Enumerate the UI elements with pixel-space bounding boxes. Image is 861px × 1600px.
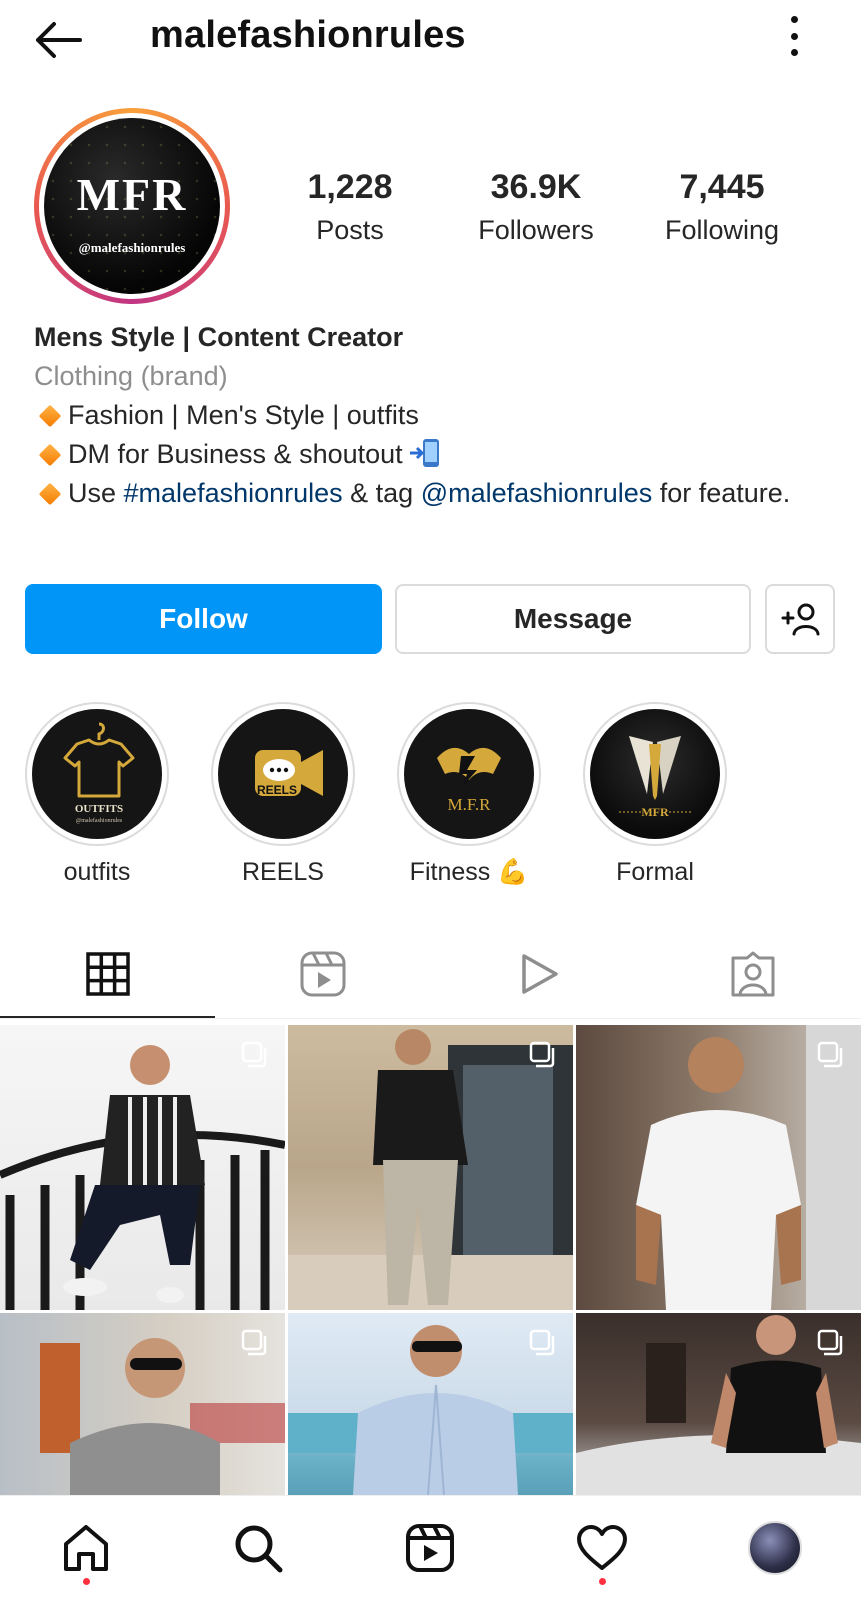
bio-name: Mens Style | Content Creator — [34, 322, 404, 352]
grid-post[interactable] — [288, 1025, 573, 1310]
bio-line-1: Fashion | Men's Style | outfits — [34, 396, 834, 435]
arrow-left-icon[interactable] — [30, 18, 86, 62]
profile-avatar: MFR @malefashionrules — [44, 118, 220, 294]
highlight-outfits[interactable]: OUTFITS @malefashionrules outfits — [24, 702, 170, 887]
grid-icon — [85, 952, 130, 996]
tshirt-icon: OUTFITS @malefashionrules — [63, 722, 135, 824]
tab-grid[interactable] — [0, 930, 215, 1018]
highlight-fitness[interactable]: M.F.R Fitness 💪 — [396, 702, 542, 887]
nav-search[interactable] — [228, 1518, 288, 1578]
avatar-logo-text: MFR — [76, 169, 188, 220]
grid-post[interactable] — [0, 1313, 285, 1495]
add-person-button[interactable] — [765, 584, 835, 654]
avatar-logo-handle: @malefashionrules — [78, 240, 186, 255]
home-notification-dot — [83, 1578, 90, 1585]
highlight-label: REELS — [242, 858, 324, 886]
tab-reels[interactable] — [215, 930, 430, 1018]
home-icon — [64, 1525, 108, 1571]
profile-username: malefashionrules — [150, 14, 466, 56]
bottom-navigation — [0, 1495, 861, 1600]
profile-bio: Mens Style | Content Creator Clothing (b… — [34, 318, 834, 513]
nav-activity[interactable] — [572, 1518, 632, 1578]
reels-icon — [300, 951, 345, 997]
grid-post[interactable] — [576, 1313, 861, 1495]
nav-profile[interactable] — [745, 1518, 805, 1578]
tab-videos[interactable] — [430, 930, 645, 1018]
highlight-reels[interactable]: REELS REELS — [210, 702, 356, 887]
top-bar: malefashionrules — [0, 0, 861, 80]
tabs-divider — [0, 1018, 861, 1019]
multiple-photos-icon — [241, 1329, 267, 1356]
bio-category: Clothing (brand) — [34, 361, 228, 391]
stat-followers[interactable]: 36.9K Followers — [446, 168, 626, 246]
highlight-formal[interactable]: MFR Formal — [582, 702, 728, 887]
grid-post[interactable] — [288, 1313, 573, 1495]
reels-icon — [406, 1524, 454, 1572]
profile-stats: 1,228 Posts 36.9K Followers 7,445 Follow… — [260, 168, 840, 258]
nav-home[interactable] — [56, 1518, 116, 1578]
highlight-label: Fitness 💪 — [409, 858, 529, 886]
stat-following-label: Following — [664, 215, 780, 245]
svg-text:MFR: MFR — [641, 805, 669, 819]
play-icon — [521, 954, 558, 994]
more-vertical-icon[interactable] — [783, 16, 805, 56]
stat-following-value: 7,445 — [679, 168, 765, 206]
stat-following[interactable]: 7,445 Following — [632, 168, 812, 246]
tagged-user-icon — [731, 951, 774, 997]
profile-tabs — [0, 930, 861, 1020]
post-grid — [0, 1025, 861, 1495]
multiple-photos-icon — [529, 1041, 555, 1068]
stat-posts[interactable]: 1,228 Posts — [260, 168, 440, 246]
tab-tagged[interactable] — [645, 930, 860, 1018]
phone-arrow-icon — [409, 439, 439, 467]
svg-text:M.F.R: M.F.R — [447, 795, 491, 814]
bio-mention-link[interactable]: @malefashionrules — [421, 478, 653, 508]
profile-avatar-thumbnail — [748, 1521, 802, 1575]
stat-posts-label: Posts — [316, 215, 384, 245]
heart-icon — [577, 1525, 627, 1570]
multiple-photos-icon — [817, 1041, 843, 1068]
highlight-label: Formal — [616, 858, 694, 886]
orange-diamond-icon — [38, 443, 62, 467]
video-chat-icon: REELS — [255, 750, 323, 797]
svg-text:@malefashionrules: @malefashionrules — [76, 817, 123, 824]
add-person-icon — [781, 603, 820, 636]
follow-button[interactable]: Follow — [25, 584, 382, 654]
activity-notification-dot — [599, 1578, 606, 1585]
multiple-photos-icon — [241, 1041, 267, 1068]
flexing-muscle-icon: M.F.R — [437, 747, 501, 814]
profile-avatar-story-ring[interactable]: MFR @malefashionrules — [34, 108, 230, 304]
grid-post[interactable] — [576, 1025, 861, 1310]
bio-line-2: DM for Business & shoutout — [34, 435, 834, 474]
multiple-photos-icon — [529, 1329, 555, 1356]
svg-text:REELS: REELS — [257, 783, 297, 797]
stat-posts-value: 1,228 — [307, 168, 393, 206]
bio-line-3: Use #malefashionrules & tag @malefashion… — [34, 474, 834, 513]
nav-reels[interactable] — [400, 1518, 460, 1578]
search-icon — [235, 1525, 283, 1573]
grid-post[interactable] — [0, 1025, 285, 1310]
bio-hashtag-link[interactable]: #malefashionrules — [124, 478, 343, 508]
orange-diamond-icon — [38, 482, 62, 506]
orange-diamond-icon — [38, 404, 62, 428]
multiple-photos-icon — [817, 1329, 843, 1356]
message-button[interactable]: Message — [395, 584, 751, 654]
stat-followers-value: 36.9K — [490, 168, 582, 206]
svg-text:OUTFITS: OUTFITS — [75, 803, 123, 815]
stat-followers-label: Followers — [478, 215, 594, 245]
highlight-label: outfits — [63, 858, 131, 886]
tuxedo-icon: MFR — [619, 736, 691, 819]
